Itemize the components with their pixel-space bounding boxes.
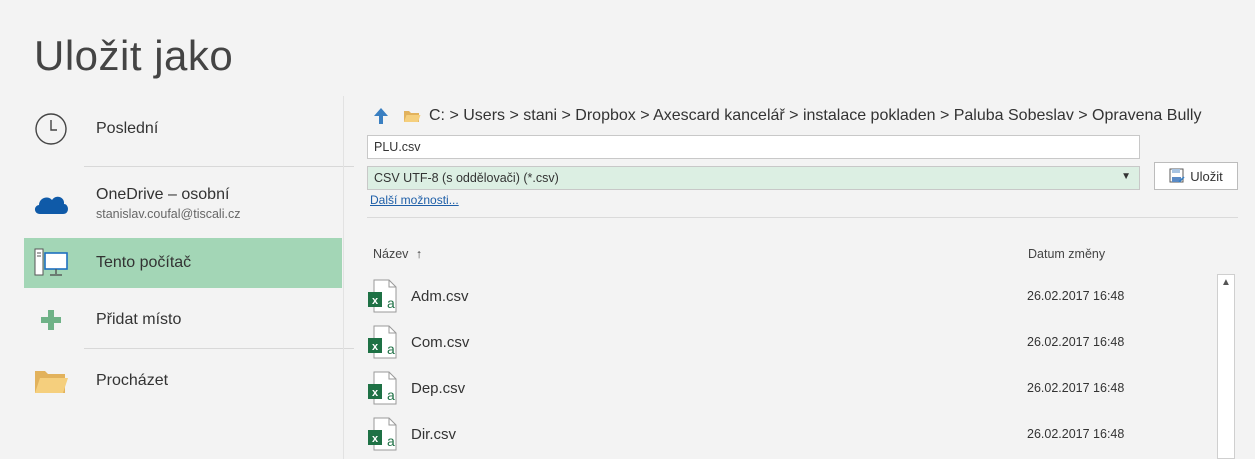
svg-text:x: x — [372, 295, 379, 307]
svg-text:a: a — [387, 433, 395, 449]
nav-this-pc-label: Tento počítač — [96, 254, 192, 271]
excel-file-icon: xa — [367, 371, 397, 405]
nav-browse[interactable]: Procházet — [24, 356, 342, 406]
nav-recent[interactable]: Poslední — [24, 100, 342, 158]
nav-onedrive-label: OneDrive – osobní — [96, 185, 230, 203]
file-name: Dep.csv — [411, 379, 466, 397]
svg-text:x: x — [372, 387, 379, 399]
filename-input[interactable]: PLU.csv — [367, 135, 1140, 159]
file-row[interactable]: x a Adm.csv 26.02.2017 16:48 — [367, 276, 1215, 316]
filetype-select[interactable]: CSV UTF-8 (s oddělovači) (*.csv) ▼ — [367, 166, 1140, 190]
folder-icon — [30, 367, 72, 395]
scrollbar[interactable]: ▲ — [1217, 274, 1235, 459]
up-arrow-icon[interactable] — [373, 107, 389, 125]
file-date: 26.02.2017 16:48 — [1027, 427, 1125, 441]
divider — [84, 348, 354, 349]
file-row[interactable]: x a Com.csv 26.02.2017 16:48 — [367, 322, 1215, 362]
file-name: Dir.csv — [411, 425, 456, 443]
divider — [84, 166, 354, 167]
svg-text:x: x — [372, 341, 379, 353]
nav-add-place-label: Přidat místo — [96, 311, 182, 328]
divider — [367, 217, 1238, 218]
excel-file-icon: xa — [367, 279, 397, 313]
svg-text:a: a — [387, 387, 395, 403]
save-icon — [1169, 168, 1185, 184]
filetype-value: CSV UTF-8 (s oddělovači) (*.csv) — [374, 171, 559, 185]
column-header-name[interactable]: Název ↑ — [373, 247, 422, 261]
page-title: Uložit jako — [34, 32, 234, 79]
nav-this-pc[interactable]: Tento počítač — [24, 238, 342, 288]
file-date: 26.02.2017 16:48 — [1027, 381, 1125, 395]
file-date: 26.02.2017 16:48 — [1027, 289, 1125, 303]
cloud-icon — [30, 190, 72, 216]
svg-text:a: a — [387, 295, 395, 311]
column-name-label: Název — [373, 247, 409, 261]
file-name: Adm.csv — [411, 287, 469, 305]
folder-icon — [403, 109, 421, 123]
sort-arrow-icon: ↑ — [415, 247, 423, 261]
excel-file-icon: xa — [367, 325, 397, 359]
scroll-up-icon[interactable]: ▲ — [1221, 277, 1231, 288]
nav-onedrive[interactable]: OneDrive – osobní stanislav.coufal@tisca… — [24, 172, 342, 234]
clock-icon — [30, 112, 72, 146]
plus-icon — [30, 308, 72, 332]
chevron-down-icon: ▼ — [1121, 171, 1131, 182]
save-label: Uložit — [1190, 168, 1223, 184]
computer-icon — [30, 248, 72, 278]
file-row[interactable]: x a Dir.csv 26.02.2017 16:48 — [367, 414, 1215, 454]
nav-recent-label: Poslední — [96, 120, 159, 137]
svg-text:x: x — [372, 433, 379, 445]
more-options-link[interactable]: Další možnosti... — [370, 193, 459, 207]
panel-divider — [343, 96, 344, 459]
nav-add-place[interactable]: Přidat místo — [24, 296, 342, 344]
nav-browse-label: Procházet — [96, 372, 169, 389]
onedrive-email: stanislav.coufal@tiscali.cz — [96, 206, 241, 221]
breadcrumb: C: > Users > stani > Dropbox > Axescard … — [373, 107, 1201, 125]
save-button[interactable]: Uložit — [1154, 162, 1238, 190]
column-header-date[interactable]: Datum změny — [1028, 247, 1105, 261]
file-row[interactable]: x a Dep.csv 26.02.2017 16:48 — [367, 368, 1215, 408]
file-date: 26.02.2017 16:48 — [1027, 335, 1125, 349]
svg-text:a: a — [387, 341, 395, 357]
path-segments[interactable]: C: > Users > stani > Dropbox > Axescard … — [429, 107, 1201, 125]
excel-file-icon: xa — [367, 417, 397, 451]
file-name: Com.csv — [411, 333, 470, 351]
